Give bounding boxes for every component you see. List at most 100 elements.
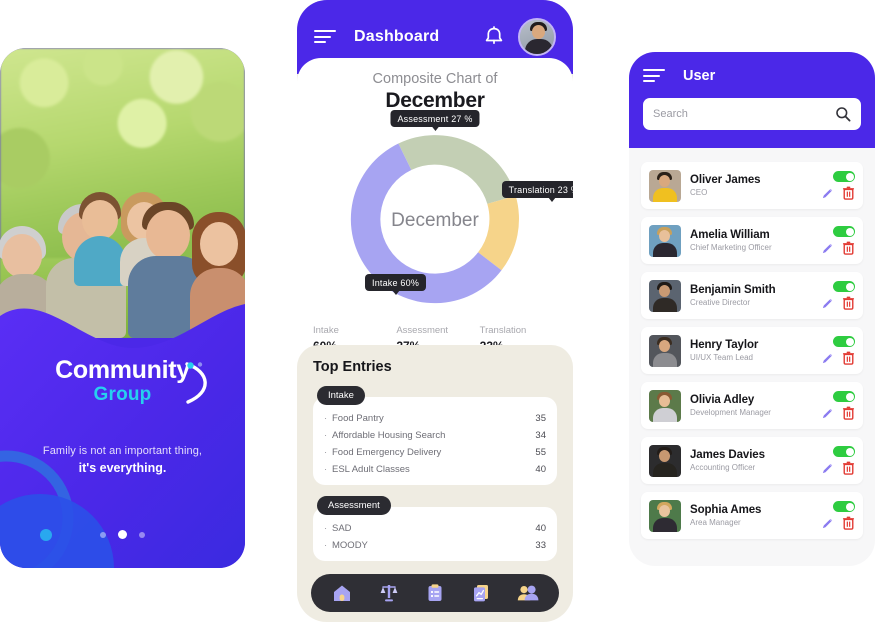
- user-role: Area Manager: [690, 518, 741, 527]
- avatar: [649, 444, 681, 477]
- user-actions: [821, 446, 855, 475]
- trash-icon[interactable]: [842, 241, 855, 255]
- bullet-icon: ·: [324, 430, 328, 441]
- avatar[interactable]: [518, 18, 556, 56]
- pagination-dot-active[interactable]: [118, 530, 127, 540]
- user-role: CEO: [690, 188, 708, 197]
- entry-row[interactable]: · Food Pantry 35: [324, 410, 546, 427]
- group-chip: Intake: [317, 386, 365, 405]
- row-action-buttons: [821, 406, 855, 420]
- edit-pencil-icon[interactable]: [821, 297, 834, 310]
- home-icon[interactable]: [331, 582, 353, 604]
- entry-value: 40: [535, 523, 546, 534]
- entries-card: · Food Pantry 35 · Affordable Housing Se…: [313, 397, 557, 485]
- toggle-switch[interactable]: [833, 226, 855, 237]
- scale-icon[interactable]: [378, 582, 400, 604]
- edit-pencil-icon[interactable]: [821, 242, 834, 255]
- entry-name: Affordable Housing Search: [332, 430, 446, 441]
- user-meta: James Davies Accounting Officer: [690, 449, 821, 472]
- screenshot-stage: Community Group Family is not an importa…: [0, 0, 875, 622]
- clipboard-icon[interactable]: [424, 582, 446, 604]
- donut-center-label: December: [391, 210, 479, 231]
- search-icon[interactable]: [835, 106, 851, 122]
- logo-swoosh-icon: [185, 362, 207, 404]
- user-list-item[interactable]: Sophia Ames Area Manager: [641, 492, 863, 539]
- entry-name: SAD: [332, 523, 352, 534]
- user-list-item[interactable]: Oliver James CEO: [641, 162, 863, 209]
- entry-row[interactable]: · Affordable Housing Search 34: [324, 427, 546, 444]
- toggle-switch[interactable]: [833, 391, 855, 402]
- toggle-switch[interactable]: [833, 501, 855, 512]
- user-name: Benjamin Smith: [690, 284, 776, 296]
- user-meta: Oliver James CEO: [690, 174, 821, 197]
- user-role: Accounting Officer: [690, 463, 756, 472]
- trash-icon[interactable]: [842, 516, 855, 530]
- user-actions: [821, 336, 855, 365]
- search-input[interactable]: [653, 108, 835, 120]
- bullet-icon: ·: [324, 523, 328, 534]
- hamburger-icon[interactable]: [314, 30, 336, 44]
- stat-label: Translation: [479, 325, 527, 336]
- search-bar[interactable]: [643, 98, 861, 130]
- edit-pencil-icon[interactable]: [821, 352, 834, 365]
- entry-name: ESL Adult Classes: [332, 464, 410, 475]
- user-list-item[interactable]: Olivia Adley Development Manager: [641, 382, 863, 429]
- pagination-dots: [0, 526, 245, 544]
- avatar: [649, 334, 681, 367]
- trash-icon[interactable]: [842, 296, 855, 310]
- user-list-item[interactable]: Benjamin Smith Creative Director: [641, 272, 863, 319]
- avatar: [649, 224, 681, 257]
- donut-slice-assessment[interactable]: [398, 135, 516, 204]
- trash-icon[interactable]: [842, 406, 855, 420]
- user-list-item[interactable]: Henry Taylor UI/UX Team Lead: [641, 327, 863, 374]
- bullet-icon: ·: [324, 540, 328, 551]
- user-name: Henry Taylor: [690, 339, 759, 351]
- app-logo: Community Group: [55, 356, 207, 404]
- badge-assessment: Assessment 27 %: [390, 110, 480, 131]
- entry-value: 40: [535, 464, 546, 475]
- purple-wave-overlay: [0, 304, 245, 568]
- row-action-buttons: [821, 351, 855, 365]
- toggle-switch[interactable]: [833, 171, 855, 182]
- row-action-buttons: [821, 461, 855, 475]
- phone-user-screen: User Oliver James CE: [629, 52, 875, 566]
- entries-group-intake: Intake · Food Pantry 35 · Affordable Hou…: [313, 385, 557, 485]
- entry-row[interactable]: · SAD 40: [324, 520, 546, 537]
- user-name: Olivia Adley: [690, 394, 755, 406]
- logo-primary-text: Community: [55, 356, 190, 384]
- edit-pencil-icon[interactable]: [821, 517, 834, 530]
- entry-row[interactable]: · ESL Adult Classes 40: [324, 461, 546, 478]
- donut-chart: December Assessment 27 % Translation 23 …: [325, 110, 573, 319]
- pagination-dot[interactable]: [99, 531, 106, 538]
- toggle-switch[interactable]: [833, 446, 855, 457]
- entry-name: Food Emergency Delivery: [332, 447, 442, 458]
- entry-value: 33: [535, 540, 546, 551]
- stat-label: Intake: [313, 325, 339, 336]
- tagline-line-2: it's everything.: [78, 461, 167, 475]
- toggle-switch[interactable]: [833, 336, 855, 347]
- entry-row[interactable]: · MOODY 33: [324, 537, 546, 554]
- badge-translation: Translation 23 %: [501, 181, 573, 202]
- bell-icon[interactable]: [484, 26, 504, 48]
- pagination-dot[interactable]: [139, 531, 146, 538]
- bullet-icon: ·: [324, 447, 328, 458]
- badge-intake: Intake 60%: [365, 274, 427, 295]
- entry-row[interactable]: · Food Emergency Delivery 55: [324, 444, 546, 461]
- edit-pencil-icon[interactable]: [821, 407, 834, 420]
- trash-icon[interactable]: [842, 351, 855, 365]
- user-meta: Amelia William Chief Marketing Officer: [690, 229, 821, 252]
- toggle-switch[interactable]: [833, 281, 855, 292]
- user-list-item[interactable]: James Davies Accounting Officer: [641, 437, 863, 484]
- edit-pencil-icon[interactable]: [821, 462, 834, 475]
- trash-icon[interactable]: [842, 461, 855, 475]
- edit-pencil-icon[interactable]: [821, 187, 834, 200]
- entries-card: · SAD 40 · MOODY 33: [313, 507, 557, 561]
- hamburger-icon[interactable]: [643, 69, 665, 83]
- report-icon[interactable]: [470, 582, 492, 604]
- user-list-item[interactable]: Amelia William Chief Marketing Officer: [641, 217, 863, 264]
- user-role: Development Manager: [690, 408, 771, 417]
- trash-icon[interactable]: [842, 186, 855, 200]
- user-header: User: [629, 52, 875, 148]
- group-chip: Assessment: [317, 496, 391, 515]
- users-icon[interactable]: [517, 582, 539, 604]
